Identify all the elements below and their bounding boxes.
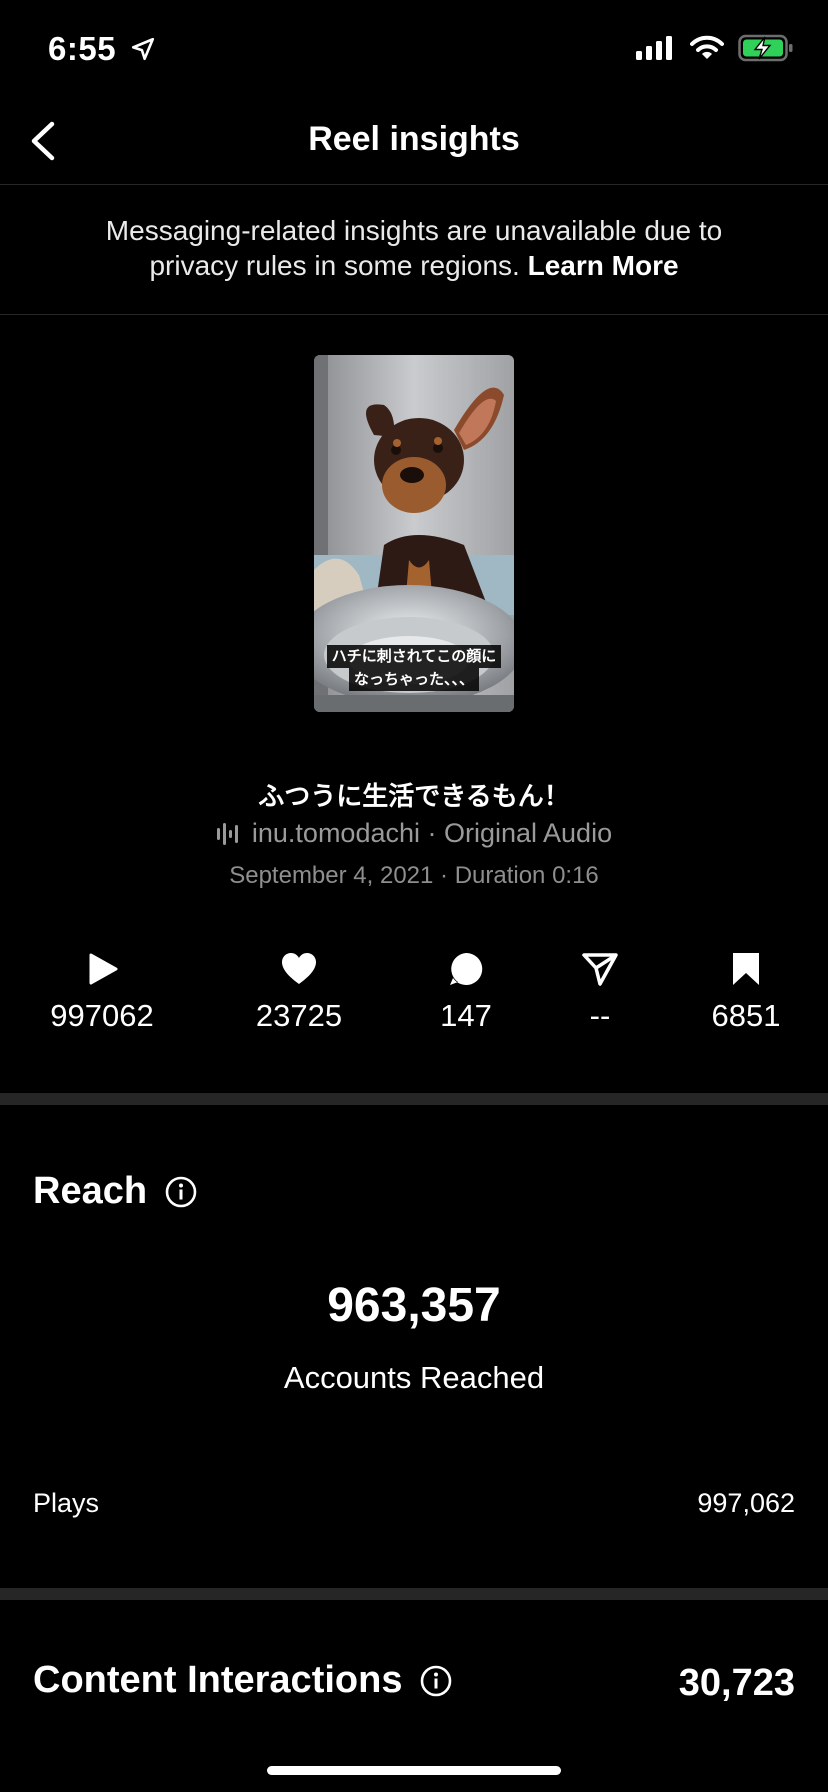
audio-attribution[interactable]: inu.tomodachi · Original Audio xyxy=(0,818,828,849)
share-paper-plane-icon xyxy=(582,953,618,986)
reach-title: Reach xyxy=(33,1170,148,1212)
section-divider-2 xyxy=(0,1588,828,1600)
bookmark-icon xyxy=(733,953,759,985)
plays-value: 997,062 xyxy=(697,1488,795,1518)
saves-count: 6851 xyxy=(711,998,781,1033)
reel-caption: ふつうに生活できるもん！ xyxy=(258,781,570,811)
stat-likes: 23725 xyxy=(209,952,389,1034)
status-icons xyxy=(636,34,794,62)
content-interactions-value: 30,723 xyxy=(678,1662,795,1704)
comment-bubble-icon xyxy=(450,952,483,985)
plays-label: Plays xyxy=(33,1488,100,1518)
thumbnail-overlay-text: ハチに刺されてこの顔に なっちゃった、、、 xyxy=(314,645,514,691)
stat-saves: 6851 xyxy=(656,952,828,1034)
content-interactions-title: Content Interactions xyxy=(33,1659,403,1701)
signal-icon xyxy=(636,36,672,60)
learn-more-link[interactable]: Learn More xyxy=(528,250,679,281)
heart-icon xyxy=(282,953,316,984)
audio-label: inu.tomodachi · Original Audio xyxy=(251,818,613,848)
header-divider xyxy=(0,184,828,185)
content-interactions-heading: Content Interactions xyxy=(33,1659,452,1702)
section-divider xyxy=(0,1093,828,1105)
reel-thumbnail[interactable]: ハチに刺されてこの顔に なっちゃった、、、 xyxy=(314,355,514,712)
info-icon[interactable] xyxy=(420,1665,452,1697)
info-icon[interactable] xyxy=(165,1176,197,1208)
privacy-notice: Messaging-related insights are unavailab… xyxy=(60,213,768,283)
plays-count: 997062 xyxy=(50,998,154,1033)
location-arrow-icon xyxy=(131,37,154,61)
page-title: Reel insights xyxy=(308,120,520,158)
battery-charging-icon xyxy=(738,34,793,62)
reach-heading: Reach xyxy=(33,1170,197,1213)
overlay-line-1: ハチに刺されてこの顔に xyxy=(326,645,502,668)
status-time: 6:55 xyxy=(48,30,156,68)
post-date-duration: September 4, 2021 · Duration 0:16 xyxy=(229,862,599,889)
wifi-icon xyxy=(690,35,724,59)
notice-divider xyxy=(0,314,828,315)
play-icon xyxy=(89,953,118,985)
accounts-reached-value: 963,357 xyxy=(327,1279,501,1332)
audio-waveform-icon xyxy=(216,822,238,845)
overlay-line-2: なっちゃった、、、 xyxy=(348,668,479,691)
home-indicator[interactable] xyxy=(267,1766,561,1775)
likes-count: 23725 xyxy=(255,998,343,1033)
accounts-reached-label: Accounts Reached xyxy=(283,1360,545,1395)
stat-plays: 997062 xyxy=(12,952,192,1034)
